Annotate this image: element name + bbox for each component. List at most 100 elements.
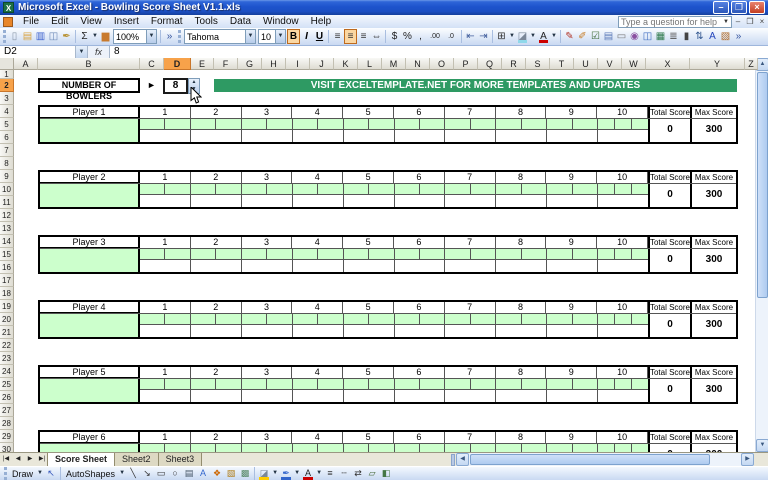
- column-header-Y[interactable]: Y: [690, 58, 745, 70]
- throw-cell[interactable]: [420, 184, 444, 194]
- frame-score-cell[interactable]: [496, 130, 547, 142]
- throw-cell[interactable]: [632, 444, 648, 452]
- throw-cell[interactable]: [216, 249, 240, 259]
- throw-cell[interactable]: [471, 444, 495, 452]
- frame-header[interactable]: 10: [597, 367, 648, 378]
- frame-score-cell[interactable]: [242, 195, 293, 207]
- throw-cell[interactable]: [632, 184, 648, 194]
- throw-cell[interactable]: [369, 314, 393, 324]
- fill-color-icon[interactable]: ◪: [257, 467, 271, 480]
- column-header-C[interactable]: C: [140, 58, 164, 70]
- throw-cell[interactable]: [216, 444, 240, 452]
- total-score-value[interactable]: 0: [648, 184, 690, 207]
- menu-view[interactable]: View: [74, 15, 108, 28]
- max-score-value[interactable]: 300: [690, 379, 736, 402]
- row-header-1[interactable]: 1: [0, 70, 14, 79]
- throw-cell[interactable]: [420, 249, 444, 259]
- workbook-restore-button[interactable]: ❐: [744, 16, 756, 28]
- frame-header[interactable]: 5: [343, 432, 394, 443]
- vertical-scroll-thumb[interactable]: [757, 72, 768, 298]
- font-color-icon[interactable]: A: [301, 467, 315, 480]
- dash-style-icon[interactable]: ┄: [337, 467, 351, 480]
- throw-cell[interactable]: [471, 184, 495, 194]
- zoom-combo[interactable]: 100%▼: [113, 29, 157, 44]
- frame-score-cell[interactable]: [445, 195, 496, 207]
- frame-score-cell[interactable]: [344, 390, 395, 402]
- throw-cell[interactable]: [395, 444, 420, 452]
- row-header-4[interactable]: 4: [0, 105, 14, 118]
- total-score-value[interactable]: 0: [648, 249, 690, 272]
- frame-header[interactable]: 2: [191, 237, 242, 248]
- chevron-down-icon[interactable]: ▼: [118, 466, 126, 480]
- frame-header[interactable]: 8: [496, 432, 547, 443]
- throw-cell[interactable]: [140, 184, 165, 194]
- frame-header[interactable]: 9: [546, 302, 597, 313]
- throw-cell[interactable]: [344, 379, 369, 389]
- throw-cell[interactable]: [445, 444, 470, 452]
- record-icon[interactable]: ◉: [628, 29, 641, 44]
- throw-cell[interactable]: [140, 119, 165, 129]
- frame-header[interactable]: 7: [445, 302, 496, 313]
- player-name-header[interactable]: Player 3: [40, 237, 140, 248]
- minimize-button[interactable]: –: [713, 1, 729, 14]
- frame-header[interactable]: 8: [496, 237, 547, 248]
- frame-header[interactable]: 4: [292, 172, 343, 183]
- frame-header[interactable]: 7: [445, 172, 496, 183]
- column-header-R[interactable]: R: [502, 58, 526, 70]
- column-header-L[interactable]: L: [358, 58, 382, 70]
- frame-score-cell[interactable]: [598, 130, 648, 142]
- maximize-button[interactable]: ❐: [731, 1, 747, 14]
- frame-header[interactable]: 2: [191, 172, 242, 183]
- throw-cell[interactable]: [573, 249, 597, 259]
- throw-cell[interactable]: [395, 119, 420, 129]
- throw-cell[interactable]: [496, 314, 521, 324]
- frame-score-cell[interactable]: [293, 260, 344, 272]
- row-header-3[interactable]: 3: [0, 92, 14, 105]
- row-header-27[interactable]: 27: [0, 404, 14, 417]
- frame-score-cell[interactable]: [547, 260, 598, 272]
- insert-function-icon[interactable]: fx: [88, 46, 110, 58]
- throw-cell[interactable]: [547, 184, 572, 194]
- throw-cell[interactable]: [471, 119, 495, 129]
- column-header-X[interactable]: X: [646, 58, 690, 70]
- frame-header[interactable]: 4: [292, 237, 343, 248]
- throw-cell[interactable]: [267, 249, 291, 259]
- frame-score-cell[interactable]: [293, 130, 344, 142]
- frame-header[interactable]: 6: [394, 302, 445, 313]
- menu-edit[interactable]: Edit: [45, 15, 74, 28]
- frame-score-cell[interactable]: [496, 325, 547, 337]
- total-score-header[interactable]: Total Score: [648, 367, 690, 378]
- frame-score-cell[interactable]: [598, 195, 648, 207]
- max-score-header[interactable]: Max Score: [690, 172, 736, 183]
- throw-cell[interactable]: [420, 444, 444, 452]
- form-field-icon[interactable]: ▤: [602, 29, 615, 44]
- frame-header[interactable]: 2: [191, 432, 242, 443]
- frame-header[interactable]: 1: [140, 107, 191, 118]
- throw-cell[interactable]: [615, 314, 632, 324]
- frame-header[interactable]: 6: [394, 432, 445, 443]
- frame-header[interactable]: 8: [496, 302, 547, 313]
- column-header-H[interactable]: H: [262, 58, 286, 70]
- frame-header[interactable]: 3: [242, 237, 293, 248]
- max-score-value[interactable]: 300: [690, 119, 736, 142]
- frame-header[interactable]: 1: [140, 172, 191, 183]
- throw-cell[interactable]: [445, 314, 470, 324]
- frame-score-cell[interactable]: [140, 325, 191, 337]
- throw-cell[interactable]: [165, 249, 189, 259]
- align-center-icon[interactable]: ≡: [344, 29, 357, 44]
- throw-cell[interactable]: [420, 119, 444, 129]
- throw-cell[interactable]: [522, 379, 546, 389]
- font-color-icon[interactable]: A: [537, 29, 550, 44]
- throw-cell[interactable]: [140, 249, 165, 259]
- total-score-header[interactable]: Total Score: [648, 302, 690, 313]
- row-header-19[interactable]: 19: [0, 300, 14, 313]
- bowlers-count-cell[interactable]: 8: [163, 78, 188, 94]
- throw-cell[interactable]: [395, 379, 420, 389]
- underline-button[interactable]: U: [313, 29, 326, 44]
- frame-header[interactable]: 4: [292, 432, 343, 443]
- close-button[interactable]: ×: [749, 1, 765, 14]
- player-name-header[interactable]: Player 6: [40, 432, 140, 443]
- frame-score-cell[interactable]: [395, 195, 446, 207]
- font-name-combo[interactable]: Tahoma▼: [184, 29, 256, 44]
- draw-menu[interactable]: Draw: [9, 469, 36, 479]
